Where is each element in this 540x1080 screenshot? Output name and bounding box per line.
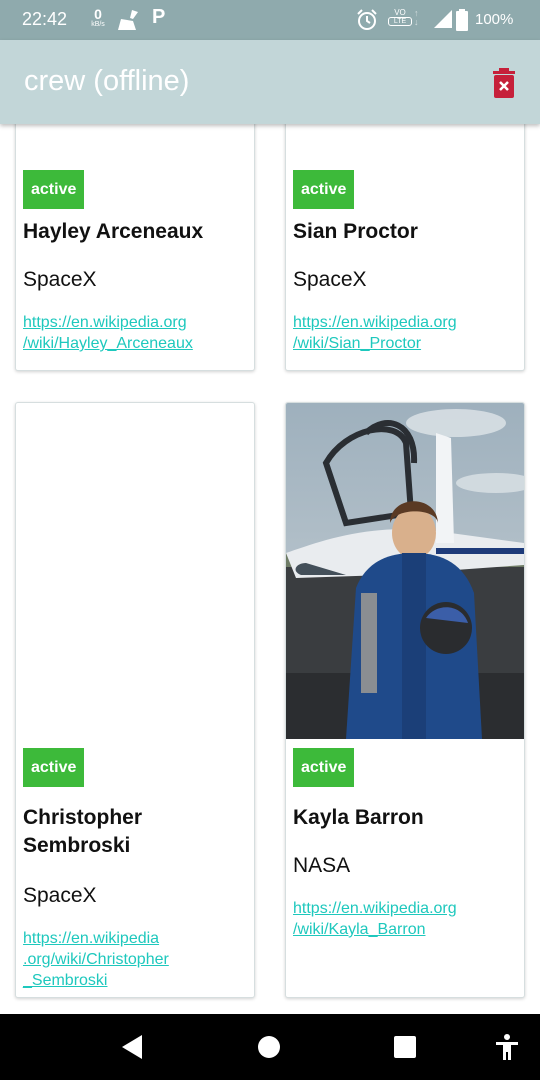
battery-icon (456, 9, 468, 31)
crew-card[interactable]: active Sian Proctor SpaceX https://en.wi… (285, 124, 525, 371)
crew-name-line: Kayla Barron (293, 806, 424, 829)
delete-icon[interactable] (491, 68, 517, 98)
crew-agency: SpaceX (23, 884, 97, 907)
crew-name: Christopher Sembroski (23, 804, 142, 860)
status-time: 22:42 (22, 9, 68, 29)
lte-label: LTE (388, 17, 412, 26)
status-badge: active (293, 170, 355, 209)
volte-label: VO (394, 8, 406, 17)
home-icon[interactable] (254, 1032, 284, 1062)
crew-name-line: Christopher (23, 806, 143, 829)
link-line[interactable]: https://en.wikipedia.org (293, 312, 457, 333)
network-speed-value: 0 (94, 6, 102, 22)
back-icon[interactable] (118, 1032, 148, 1062)
crew-card[interactable]: active Christopher Sembroski SpaceX http… (15, 402, 255, 998)
crew-agency: SpaceX (23, 268, 97, 291)
link-line[interactable]: /wiki/Sian_Proctor (293, 333, 457, 354)
battery-percent: 100% (475, 11, 514, 28)
crew-grid: active Hayley Arceneaux SpaceX https://e… (0, 124, 540, 1014)
status-badge: active (23, 748, 85, 787)
crew-card[interactable]: active Hayley Arceneaux SpaceX https://e… (15, 124, 255, 371)
navigation-bar (0, 1014, 540, 1080)
crew-card[interactable]: active Kayla Barron NASA https://en.wiki… (285, 402, 525, 998)
crew-agency: NASA (293, 854, 351, 877)
wikipedia-link[interactable]: https://en.wikipedia.org /wiki/Hayley_Ar… (23, 312, 193, 354)
crew-name: Kayla Barron (293, 804, 424, 832)
network-speed-unit: kB/s (91, 21, 105, 28)
link-line[interactable]: .org/wiki/Christopher (23, 949, 169, 970)
crew-agency: SpaceX (293, 268, 367, 291)
alarm-icon (357, 9, 377, 30)
recents-icon[interactable] (390, 1032, 420, 1062)
crew-photo (286, 403, 524, 739)
data-activity-icon: ↑ ↓ (414, 8, 419, 27)
crew-name: Sian Proctor (293, 218, 418, 246)
crew-name-line: Sembroski (23, 834, 131, 857)
link-line[interactable]: /wiki/Kayla_Barron (293, 919, 457, 940)
crew-name-line: Hayley Arceneaux (23, 220, 204, 243)
network-speed: 0 kB/s (87, 7, 109, 28)
accessibility-icon[interactable] (492, 1032, 522, 1062)
crew-name-line: Sian Proctor (293, 220, 418, 243)
link-line[interactable]: https://en.wikipedia.org (293, 898, 457, 919)
wikipedia-link[interactable]: https://en.wikipedia .org/wiki/Christoph… (23, 928, 169, 991)
crew-name: Hayley Arceneaux (23, 218, 203, 246)
wikipedia-link[interactable]: https://en.wikipedia.org /wiki/Kayla_Bar… (293, 898, 457, 940)
status-bar: 22:42 0 kB/s P VO LTE ↑ ↓ 100% (0, 0, 540, 40)
parking-icon: P (152, 6, 166, 28)
link-line[interactable]: _Sembroski (23, 970, 169, 991)
link-line[interactable]: https://en.wikipedia (23, 928, 169, 949)
link-line[interactable]: /wiki/Hayley_Arceneaux (23, 333, 193, 354)
broom-icon (118, 10, 138, 30)
signal-icon (434, 10, 452, 28)
app-bar: crew (offline) (0, 40, 540, 124)
status-badge: active (23, 170, 85, 209)
page-title: crew (offline) (24, 65, 190, 97)
volte-indicator: VO LTE (388, 9, 412, 26)
link-line[interactable]: https://en.wikipedia.org (23, 312, 193, 333)
status-badge: active (293, 748, 355, 787)
wikipedia-link[interactable]: https://en.wikipedia.org /wiki/Sian_Proc… (293, 312, 457, 354)
